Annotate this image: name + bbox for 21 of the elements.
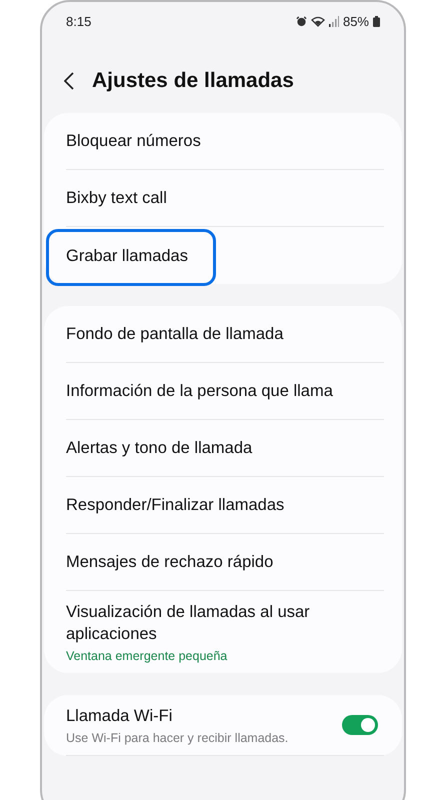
setting-label[interactable]: Mensajes de rechazo rápido [66,551,384,573]
setting-label[interactable]: Llamada Wi-Fi [66,705,342,727]
setting-label[interactable]: Fondo de pantalla de llamada [66,323,384,345]
page-title: Ajustes de llamadas [92,69,294,93]
signal-icon [328,16,339,27]
back-icon[interactable] [64,72,74,90]
setting-label[interactable]: Bloquear números [66,130,384,152]
status-time: 8:15 [66,14,92,29]
setting-label[interactable]: Alertas y tono de llamada [66,437,384,459]
wifi-icon [310,16,325,27]
setting-label[interactable]: Información de la persona que llama [66,380,384,402]
setting-label[interactable]: Bixby text call [66,187,384,209]
battery-percentage: 85% [342,14,369,29]
setting-description: Use Wi-Fi para hacer y recibir llamadas. [66,731,290,745]
setting-label[interactable]: Visualización de llamadas al usar aplicaciones [66,601,384,645]
setting-value: Ventana emergente pequeña [66,649,228,663]
setting-label[interactable]: Responder/Finalizar llamadas [66,494,384,516]
alarm-icon [296,16,307,27]
battery-icon [373,16,380,27]
setting-label[interactable]: Grabar llamadas [66,244,384,266]
toggle-switch[interactable] [342,715,378,735]
